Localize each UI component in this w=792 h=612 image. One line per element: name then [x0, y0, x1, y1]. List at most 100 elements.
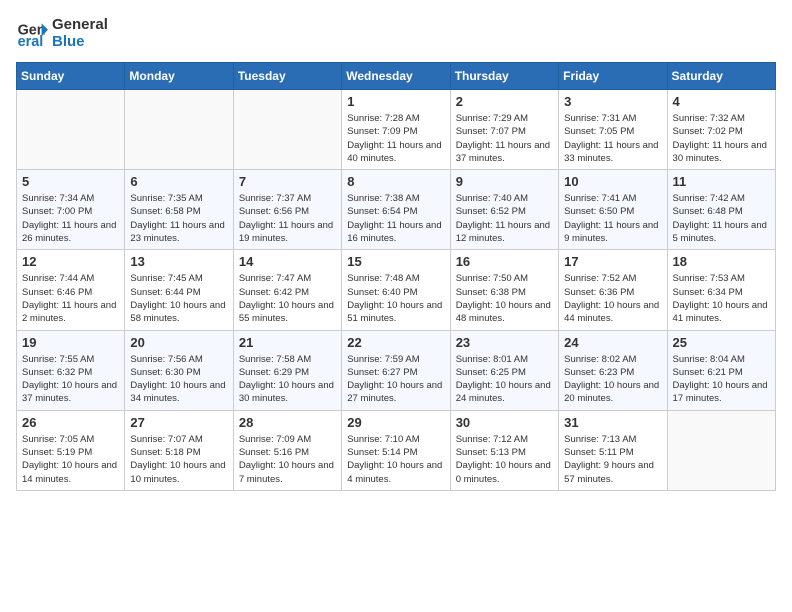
weekday-header-monday: Monday: [125, 63, 233, 90]
day-info: Sunrise: 7:31 AM Sunset: 7:05 PM Dayligh…: [564, 112, 661, 165]
day-number: 29: [347, 415, 444, 430]
day-number: 2: [456, 94, 553, 109]
day-number: 13: [130, 254, 227, 269]
day-info: Sunrise: 7:47 AM Sunset: 6:42 PM Dayligh…: [239, 272, 336, 325]
svg-text:eral: eral: [18, 34, 44, 49]
calendar-cell: [233, 90, 341, 170]
weekday-header-sunday: Sunday: [17, 63, 125, 90]
day-number: 6: [130, 174, 227, 189]
day-info: Sunrise: 8:01 AM Sunset: 6:25 PM Dayligh…: [456, 353, 553, 406]
weekday-header-tuesday: Tuesday: [233, 63, 341, 90]
calendar-cell: 29 Sunrise: 7:10 AM Sunset: 5:14 PM Dayli…: [342, 410, 450, 490]
day-number: 27: [130, 415, 227, 430]
calendar-cell: 24Sunrise: 8:02 AM Sunset: 6:23 PM Dayli…: [559, 330, 667, 410]
calendar-cell: 25Sunrise: 8:04 AM Sunset: 6:21 PM Dayli…: [667, 330, 775, 410]
calendar-cell: 15 Sunrise: 7:48 AM Sunset: 6:40 PM Dayli…: [342, 250, 450, 330]
day-info: Sunrise: 7:42 AM Sunset: 6:48 PM Dayligh…: [673, 192, 770, 245]
day-info: Sunrise: 7:13 AM Sunset: 5:11 PM Dayligh…: [564, 433, 661, 486]
day-info: Sunrise: 7:38 AM Sunset: 6:54 PM Dayligh…: [347, 192, 444, 245]
calendar-cell: 23Sunrise: 8:01 AM Sunset: 6:25 PM Dayli…: [450, 330, 558, 410]
calendar-cell: 27 Sunrise: 7:07 AM Sunset: 5:18 PM Dayli…: [125, 410, 233, 490]
week-row-2: 5Sunrise: 7:34 AM Sunset: 7:00 PM Daylig…: [17, 170, 776, 250]
calendar-cell: [17, 90, 125, 170]
calendar-cell: 5Sunrise: 7:34 AM Sunset: 7:00 PM Daylig…: [17, 170, 125, 250]
weekday-header-thursday: Thursday: [450, 63, 558, 90]
calendar-cell: 19 Sunrise: 7:55 AM Sunset: 6:32 PM Dayli…: [17, 330, 125, 410]
calendar-cell: 30Sunrise: 7:12 AM Sunset: 5:13 PM Dayli…: [450, 410, 558, 490]
calendar-cell: 2 Sunrise: 7:29 AM Sunset: 7:07 PM Daylig…: [450, 90, 558, 170]
day-info: Sunrise: 7:12 AM Sunset: 5:13 PM Dayligh…: [456, 433, 553, 486]
page-header: Gen eral General Blue: [16, 16, 776, 50]
day-info: Sunrise: 7:32 AM Sunset: 7:02 PM Dayligh…: [673, 112, 770, 165]
day-number: 8: [347, 174, 444, 189]
day-info: Sunrise: 8:04 AM Sunset: 6:21 PM Dayligh…: [673, 353, 770, 406]
day-number: 4: [673, 94, 770, 109]
calendar-cell: 3 Sunrise: 7:31 AM Sunset: 7:05 PM Daylig…: [559, 90, 667, 170]
day-number: 19: [22, 335, 119, 350]
calendar-cell: 18 Sunrise: 7:53 AM Sunset: 6:34 PM Dayli…: [667, 250, 775, 330]
day-info: Sunrise: 7:29 AM Sunset: 7:07 PM Dayligh…: [456, 112, 553, 165]
day-info: Sunrise: 7:28 AM Sunset: 7:09 PM Dayligh…: [347, 112, 444, 165]
calendar-cell: 11 Sunrise: 7:42 AM Sunset: 6:48 PM Dayli…: [667, 170, 775, 250]
calendar-cell: 14Sunrise: 7:47 AM Sunset: 6:42 PM Dayli…: [233, 250, 341, 330]
calendar-cell: 12 Sunrise: 7:44 AM Sunset: 6:46 PM Dayli…: [17, 250, 125, 330]
week-row-1: 1 Sunrise: 7:28 AM Sunset: 7:09 PM Daylig…: [17, 90, 776, 170]
week-row-4: 19 Sunrise: 7:55 AM Sunset: 6:32 PM Dayli…: [17, 330, 776, 410]
logo-line2: Blue: [52, 33, 108, 50]
calendar-cell: 21 Sunrise: 7:58 AM Sunset: 6:29 PM Dayli…: [233, 330, 341, 410]
calendar-cell: 8 Sunrise: 7:38 AM Sunset: 6:54 PM Daylig…: [342, 170, 450, 250]
day-info: Sunrise: 7:59 AM Sunset: 6:27 PM Dayligh…: [347, 353, 444, 406]
day-number: 31: [564, 415, 661, 430]
logo: Gen eral General Blue: [16, 16, 108, 50]
day-number: 18: [673, 254, 770, 269]
day-number: 22: [347, 335, 444, 350]
weekday-header-friday: Friday: [559, 63, 667, 90]
weekday-header-wednesday: Wednesday: [342, 63, 450, 90]
calendar-cell: 6Sunrise: 7:35 AM Sunset: 6:58 PM Daylig…: [125, 170, 233, 250]
day-info: Sunrise: 7:07 AM Sunset: 5:18 PM Dayligh…: [130, 433, 227, 486]
calendar-cell: 13 Sunrise: 7:45 AM Sunset: 6:44 PM Dayli…: [125, 250, 233, 330]
calendar-table: SundayMondayTuesdayWednesdayThursdayFrid…: [16, 62, 776, 491]
day-number: 17: [564, 254, 661, 269]
day-info: Sunrise: 7:58 AM Sunset: 6:29 PM Dayligh…: [239, 353, 336, 406]
calendar-cell: 10 Sunrise: 7:41 AM Sunset: 6:50 PM Dayli…: [559, 170, 667, 250]
day-info: Sunrise: 7:41 AM Sunset: 6:50 PM Dayligh…: [564, 192, 661, 245]
day-number: 21: [239, 335, 336, 350]
logo-line1: General: [52, 16, 108, 33]
calendar-cell: 1 Sunrise: 7:28 AM Sunset: 7:09 PM Daylig…: [342, 90, 450, 170]
day-number: 3: [564, 94, 661, 109]
day-info: Sunrise: 7:10 AM Sunset: 5:14 PM Dayligh…: [347, 433, 444, 486]
day-number: 11: [673, 174, 770, 189]
day-info: Sunrise: 7:09 AM Sunset: 5:16 PM Dayligh…: [239, 433, 336, 486]
week-row-3: 12 Sunrise: 7:44 AM Sunset: 6:46 PM Dayli…: [17, 250, 776, 330]
day-info: Sunrise: 7:55 AM Sunset: 6:32 PM Dayligh…: [22, 353, 119, 406]
day-number: 1: [347, 94, 444, 109]
day-number: 12: [22, 254, 119, 269]
calendar-cell: [125, 90, 233, 170]
day-number: 9: [456, 174, 553, 189]
day-number: 28: [239, 415, 336, 430]
day-number: 15: [347, 254, 444, 269]
calendar-cell: 16Sunrise: 7:50 AM Sunset: 6:38 PM Dayli…: [450, 250, 558, 330]
week-row-5: 26 Sunrise: 7:05 AM Sunset: 5:19 PM Dayli…: [17, 410, 776, 490]
calendar-cell: 31 Sunrise: 7:13 AM Sunset: 5:11 PM Dayli…: [559, 410, 667, 490]
calendar-cell: [667, 410, 775, 490]
calendar-cell: 20Sunrise: 7:56 AM Sunset: 6:30 PM Dayli…: [125, 330, 233, 410]
calendar-cell: 22 Sunrise: 7:59 AM Sunset: 6:27 PM Dayli…: [342, 330, 450, 410]
day-info: Sunrise: 8:02 AM Sunset: 6:23 PM Dayligh…: [564, 353, 661, 406]
day-number: 26: [22, 415, 119, 430]
weekday-header-row: SundayMondayTuesdayWednesdayThursdayFrid…: [17, 63, 776, 90]
day-number: 16: [456, 254, 553, 269]
day-info: Sunrise: 7:05 AM Sunset: 5:19 PM Dayligh…: [22, 433, 119, 486]
day-info: Sunrise: 7:37 AM Sunset: 6:56 PM Dayligh…: [239, 192, 336, 245]
day-info: Sunrise: 7:44 AM Sunset: 6:46 PM Dayligh…: [22, 272, 119, 325]
weekday-header-saturday: Saturday: [667, 63, 775, 90]
day-info: Sunrise: 7:52 AM Sunset: 6:36 PM Dayligh…: [564, 272, 661, 325]
day-info: Sunrise: 7:53 AM Sunset: 6:34 PM Dayligh…: [673, 272, 770, 325]
day-info: Sunrise: 7:45 AM Sunset: 6:44 PM Dayligh…: [130, 272, 227, 325]
calendar-cell: 17 Sunrise: 7:52 AM Sunset: 6:36 PM Dayli…: [559, 250, 667, 330]
day-info: Sunrise: 7:48 AM Sunset: 6:40 PM Dayligh…: [347, 272, 444, 325]
calendar-cell: 28 Sunrise: 7:09 AM Sunset: 5:16 PM Dayli…: [233, 410, 341, 490]
day-number: 10: [564, 174, 661, 189]
logo-icon: Gen eral: [16, 17, 48, 49]
